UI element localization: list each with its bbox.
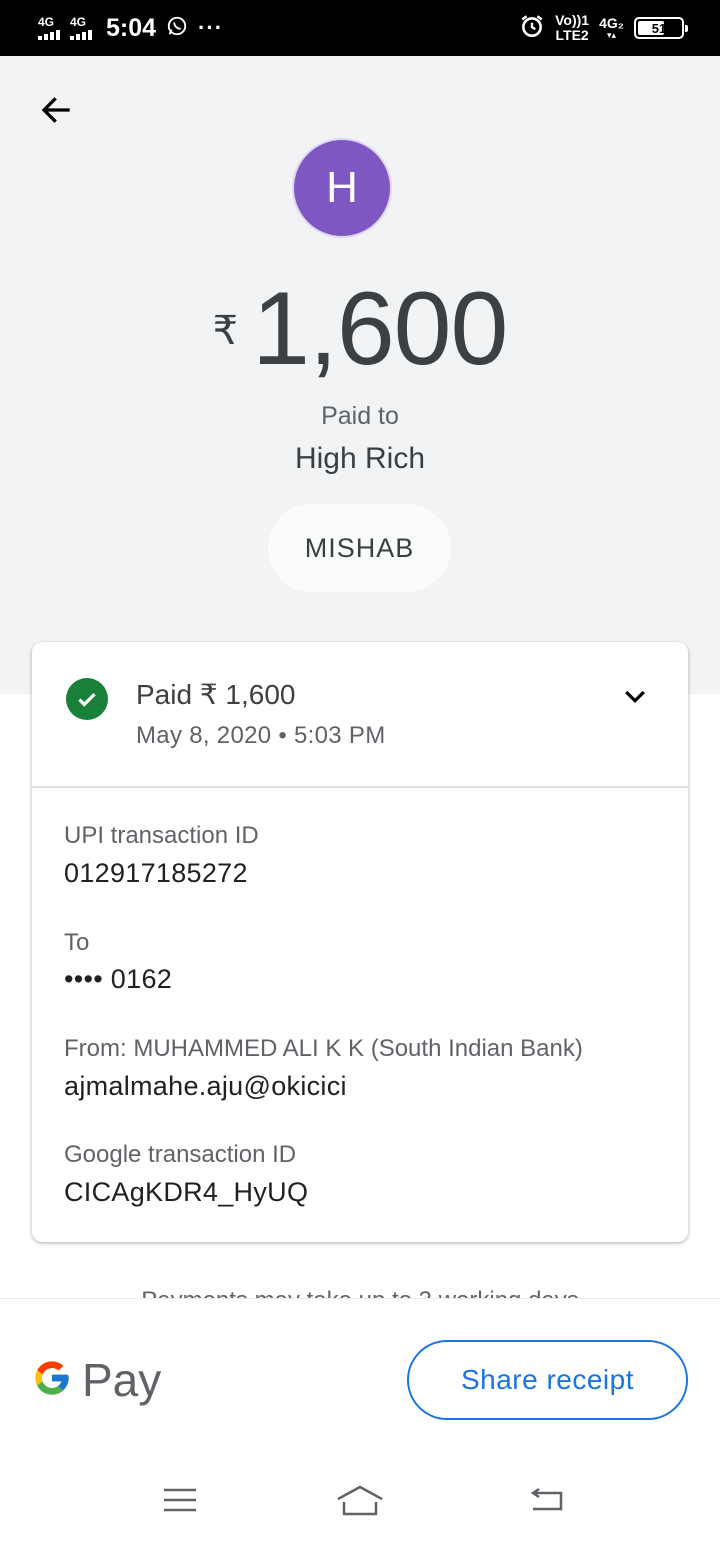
- back-icon: [529, 1485, 567, 1520]
- network-label: 4G₂: [599, 14, 624, 31]
- gpay-logo: Pay: [32, 1352, 161, 1408]
- payment-note: MISHAB: [268, 504, 451, 592]
- volte-line1: Vo))1: [555, 12, 590, 29]
- status-bar: 4G 4G 5:04 ··· Vo))1 LTE2 4G₂ ▾▴ 51: [0, 0, 720, 56]
- processing-note-text: Payments may take up to 3 working days: [0, 1285, 720, 1298]
- nav-home-button[interactable]: [330, 1478, 390, 1526]
- divider: [32, 786, 688, 788]
- clock: 5:04: [106, 13, 157, 42]
- gpay-pay-text: Pay: [82, 1354, 162, 1406]
- status-right: Vo))1 LTE2 4G₂ ▾▴ 51: [519, 13, 688, 44]
- avatar-letter: H: [326, 163, 358, 212]
- avatar: H: [292, 138, 392, 238]
- volte-line2: LTE2: [555, 27, 589, 43]
- back-button[interactable]: [36, 92, 76, 132]
- menu-icon: [162, 1485, 198, 1520]
- whatsapp-icon: [166, 15, 188, 42]
- volte-indicator: Vo))1 LTE2: [555, 13, 589, 42]
- processing-note: Payments may take up to 3 working days: [0, 1285, 720, 1298]
- check-circle-icon: [66, 678, 108, 720]
- currency-symbol: ₹: [212, 309, 239, 353]
- status-title: Paid ₹ 1,600: [136, 679, 296, 710]
- battery-level: 51: [651, 20, 667, 36]
- home-icon: [335, 1483, 385, 1522]
- transaction-status-header[interactable]: Paid ₹ 1,600 May 8, 2020 • 5:03 PM: [32, 642, 688, 786]
- upi-id-value: 012917185272: [64, 858, 248, 888]
- to-account-value: •••• 0162: [64, 964, 173, 994]
- to-label: To: [64, 929, 90, 956]
- transaction-card: Paid ₹ 1,600 May 8, 2020 • 5:03 PM UPI t…: [32, 642, 688, 1242]
- nav-back-button[interactable]: [518, 1478, 578, 1526]
- more-notifications-icon: ···: [198, 15, 224, 40]
- share-receipt-button[interactable]: Share receipt: [407, 1340, 688, 1420]
- alarm-icon: [519, 13, 545, 44]
- payment-amount: ₹ 1,600: [0, 270, 720, 389]
- transaction-datetime: May 8, 2020 • 5:03 PM: [136, 722, 386, 749]
- signal-sim1-icon: 4G: [38, 16, 60, 40]
- from-label: From: MUHAMMED ALI K K (South Indian Ban…: [64, 1035, 583, 1062]
- payee-name: High Rich: [294, 442, 426, 475]
- sim1-label: 4G: [38, 15, 55, 29]
- chevron-down-icon[interactable]: [620, 682, 650, 712]
- from-upi-value: ajmalmahe.aju@okicici: [64, 1071, 347, 1101]
- system-nav-bar: [0, 1460, 720, 1544]
- battery-icon: 51: [634, 17, 688, 39]
- google-id-value: CICAgKDR4_HyUQ: [64, 1177, 309, 1207]
- paid-to-label: Paid to: [321, 402, 399, 430]
- upi-id-label: UPI transaction ID: [64, 822, 259, 849]
- arrow-left-icon: [38, 92, 74, 133]
- sim2-label: 4G: [70, 15, 87, 29]
- google-g-icon: [32, 1358, 72, 1403]
- amount-value: 1,600: [252, 271, 508, 387]
- nav-menu-button[interactable]: [150, 1478, 210, 1526]
- network-indicator: 4G₂ ▾▴: [599, 14, 624, 40]
- google-id-label: Google transaction ID: [64, 1141, 297, 1168]
- signal-sim2-icon: 4G: [70, 16, 92, 40]
- footer-divider: [0, 1298, 720, 1299]
- status-left: 4G 4G 5:04 ···: [38, 14, 223, 43]
